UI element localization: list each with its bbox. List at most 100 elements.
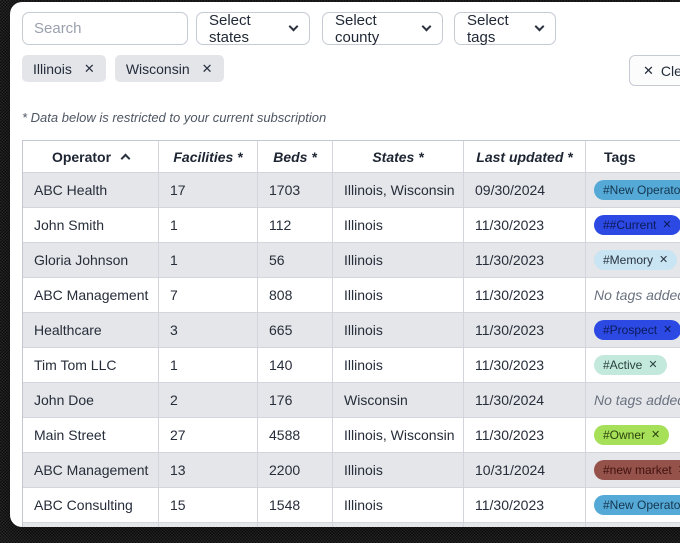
cell-operator: ABC Management xyxy=(23,278,159,312)
cell-operator: ABC Consulting xyxy=(23,488,159,522)
column-header-operator[interactable]: Operator xyxy=(23,141,159,172)
table-row[interactable]: John Smith1112Illinois11/30/2023##Curren… xyxy=(23,208,680,243)
cell-last-updated xyxy=(464,523,586,527)
data-panel-card: Select states Select county Select tags … xyxy=(10,2,680,527)
clear-icon: ✕ xyxy=(643,63,654,79)
cell-tags: #Active✕ xyxy=(586,348,680,382)
cell-states: Illinois xyxy=(333,278,464,312)
cell-last-updated: 11/30/2023 xyxy=(464,348,586,382)
clear-filters-button[interactable]: ✕ Clear xyxy=(629,55,680,86)
tag-pill-new-operator: #New Operator✕ xyxy=(594,180,680,200)
tag-pill-new-operator: #New Operator✕ xyxy=(594,495,680,515)
tag-close-icon[interactable]: ✕ xyxy=(663,325,672,336)
tag-label: ##Current xyxy=(603,218,656,232)
cell-beds: 2200 xyxy=(258,453,333,487)
cell-facilities: 1 xyxy=(159,348,258,382)
cell-operator: Gloria Johnson xyxy=(23,243,159,277)
filter-chip-illinois: Illinois ✕ xyxy=(22,55,106,82)
cell-tags: No tags added f xyxy=(586,383,680,417)
cell-operator: ABC Health xyxy=(23,173,159,207)
filter-chip-wisconsin: Wisconsin ✕ xyxy=(115,55,224,82)
cell-states: Illinois xyxy=(333,488,464,522)
remove-chip-icon[interactable]: ✕ xyxy=(84,62,95,75)
cell-beds xyxy=(258,523,333,527)
cell-facilities: 17 xyxy=(159,173,258,207)
table-row[interactable]: Tim Tom LLC1140Illinois11/30/2023#Active… xyxy=(23,348,680,383)
column-header-label: Operator xyxy=(52,149,111,165)
tag-close-icon[interactable]: ✕ xyxy=(659,255,668,266)
column-header-states[interactable]: States * xyxy=(333,141,464,172)
cell-last-updated: 11/30/2023 xyxy=(464,488,586,522)
tag-label: #new market xyxy=(603,463,672,477)
column-header-label: Last updated * xyxy=(476,149,572,165)
cell-operator: Main Street xyxy=(23,418,159,452)
tag-label: #New Operator xyxy=(603,183,680,197)
tag-close-icon[interactable]: ✕ xyxy=(662,220,671,231)
filter-chip-label: Wisconsin xyxy=(126,61,190,77)
cell-last-updated: 11/30/2023 xyxy=(464,278,586,312)
column-header-label: Tags xyxy=(604,149,636,165)
tag-label: #Prospect xyxy=(603,323,657,337)
cell-operator: John Doe xyxy=(23,383,159,417)
table-row[interactable]: ABC Consulting151548Illinois11/30/2023#N… xyxy=(23,488,680,523)
remove-chip-icon[interactable]: ✕ xyxy=(202,62,213,75)
tag-close-icon[interactable]: ✕ xyxy=(648,360,657,371)
cell-operator: John Smith xyxy=(23,208,159,242)
cell-states: Illinois xyxy=(333,243,464,277)
column-header-tags[interactable]: Tags xyxy=(586,141,680,172)
table-row[interactable]: John Doe2176Wisconsin11/30/2024No tags a… xyxy=(23,383,680,418)
cell-facilities: 1 xyxy=(159,243,258,277)
column-header-label: States * xyxy=(372,149,423,165)
select-tags-dropdown[interactable]: Select tags xyxy=(454,12,556,45)
subscription-note: * Data below is restricted to your curre… xyxy=(22,110,326,125)
cell-facilities: 13 xyxy=(159,453,258,487)
cell-states: Illinois, Wisconsin xyxy=(333,418,464,452)
column-header-beds[interactable]: Beds * xyxy=(258,141,333,172)
table-header-row: Operator Facilities * Beds * States * Last u… xyxy=(23,141,680,173)
cell-tags: #New Operator✕ xyxy=(586,173,680,207)
tag-close-icon[interactable]: ✕ xyxy=(651,430,660,441)
select-states-label: Select states xyxy=(209,12,281,46)
table-row[interactable]: Gloria Johnson156Illinois11/30/2023#Memo… xyxy=(23,243,680,278)
table-row[interactable]: ABC Management7808Illinois11/30/2023No t… xyxy=(23,278,680,313)
cell-states: Illinois xyxy=(333,453,464,487)
clear-button-label: Clear xyxy=(661,63,680,79)
column-header-last-updated[interactable]: Last updated * xyxy=(464,141,586,172)
cell-last-updated: 11/30/2023 xyxy=(464,243,586,277)
cell-beds: 665 xyxy=(258,313,333,347)
cell-beds: 1703 xyxy=(258,173,333,207)
cell-last-updated: 11/30/2023 xyxy=(464,418,586,452)
chevron-down-icon xyxy=(422,22,432,32)
table-row-partial[interactable] xyxy=(23,523,680,527)
column-header-facilities[interactable]: Facilities * xyxy=(159,141,258,172)
no-tags-text: No tags added f xyxy=(594,392,680,408)
cell-states: Wisconsin xyxy=(333,383,464,417)
filter-chip-label: Illinois xyxy=(33,61,72,77)
cell-last-updated: 11/30/2024 xyxy=(464,383,586,417)
cell-tags: ##Current ✕ xyxy=(586,208,680,242)
table-row[interactable]: Healthcare3665Illinois11/30/2023#Prospec… xyxy=(23,313,680,348)
tag-pill-owner: #Owner✕ xyxy=(594,425,669,445)
cell-states: Illinois, Wisconsin xyxy=(333,173,464,207)
sort-ascending-icon xyxy=(121,154,131,164)
column-header-label: Beds * xyxy=(273,149,317,165)
table-row[interactable]: ABC Management132200Illinois10/31/2024#n… xyxy=(23,453,680,488)
cell-tags: No tags added f xyxy=(586,278,680,312)
cell-facilities: 1 xyxy=(159,208,258,242)
search-input[interactable] xyxy=(22,12,188,45)
cell-facilities: 3 xyxy=(159,313,258,347)
cell-facilities: 27 xyxy=(159,418,258,452)
cell-last-updated: 10/31/2024 xyxy=(464,453,586,487)
select-county-dropdown[interactable]: Select county xyxy=(322,12,443,45)
cell-beds: 112 xyxy=(258,208,333,242)
cell-tags: #new market✕ xyxy=(586,453,680,487)
table-row[interactable]: Main Street274588Illinois, Wisconsin11/3… xyxy=(23,418,680,453)
no-tags-text: No tags added f xyxy=(594,287,680,303)
table-row[interactable]: ABC Health171703Illinois, Wisconsin09/30… xyxy=(23,173,680,208)
cell-tags: #New Operator✕ xyxy=(586,488,680,522)
cell-tags: #Owner✕ xyxy=(586,418,680,452)
cell-beds: 176 xyxy=(258,383,333,417)
select-states-dropdown[interactable]: Select states xyxy=(196,12,310,45)
cell-beds: 4588 xyxy=(258,418,333,452)
cell-beds: 140 xyxy=(258,348,333,382)
